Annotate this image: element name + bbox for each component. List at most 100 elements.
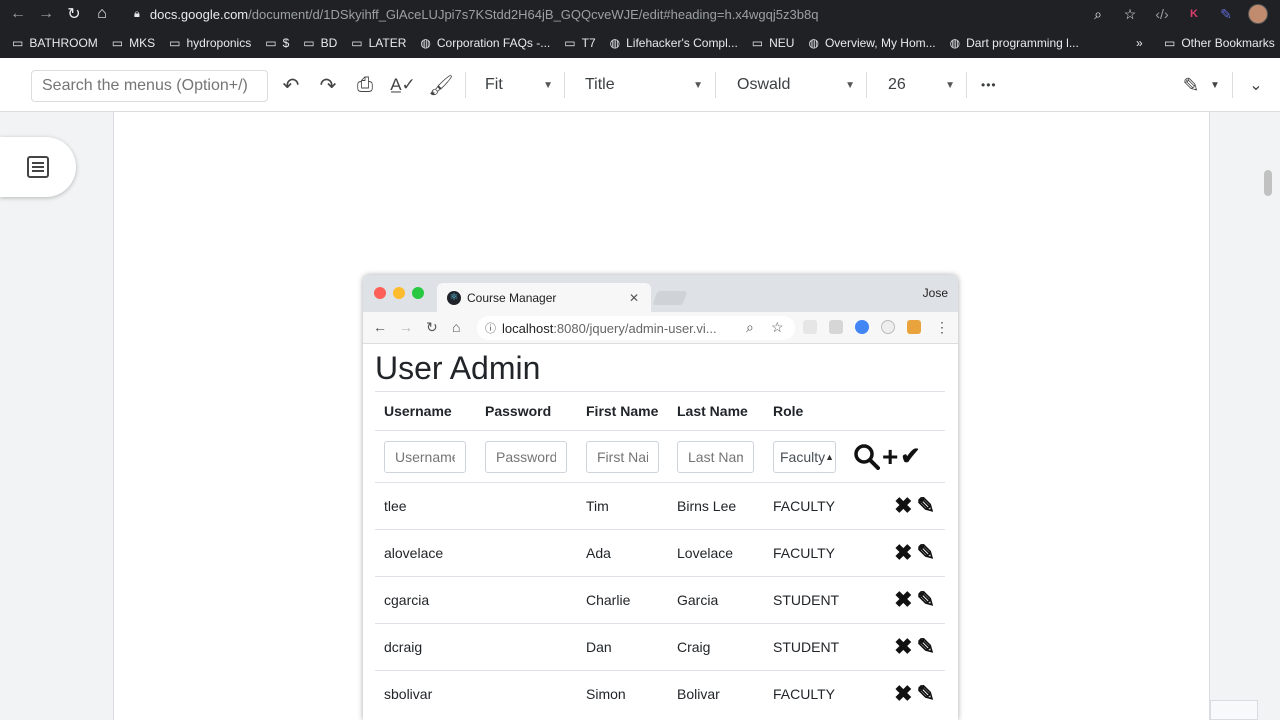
address-bar[interactable]: 🔒︎ docs.google.com /document/d/1DSkyihff… xyxy=(128,2,1118,26)
table-row: alovelace Ada Lovelace FACULTY ✖ ✎ xyxy=(375,529,945,577)
username-cell: sbolivar xyxy=(375,670,476,718)
extension-icon xyxy=(803,320,817,334)
table-row: tlee Tim Birns Lee FACULTY ✖ ✎ xyxy=(375,482,945,530)
zoom-icon: ⌕ xyxy=(746,319,754,335)
users-table: Username Password First Name Last Name R… xyxy=(375,391,945,718)
password-cell xyxy=(476,482,577,530)
caret-down-icon: ▼ xyxy=(845,79,855,91)
last-name-cell: Bolivar xyxy=(668,670,764,718)
docs-toolbar: ↶ ↷ ⎙ A̲✓ 🖌︎ Fit ▼ Title ▼ Oswald ▼ 26 ▼ •••… xyxy=(0,58,1280,112)
edit-mode-icon[interactable]: ✎ xyxy=(1178,73,1204,97)
role-select: Faculty▲▼ xyxy=(773,440,836,473)
collapse-toolbar-icon[interactable]: ⌄ xyxy=(1243,73,1269,97)
code-extension-icon[interactable]: ‹/› xyxy=(1146,0,1178,28)
delete-icon: ✖ xyxy=(894,587,913,612)
redo-icon[interactable]: ↷ xyxy=(315,73,341,97)
column-header: Username xyxy=(375,391,476,431)
bookmark-item[interactable]: ▭ T7 xyxy=(564,36,595,50)
font-size-dropdown[interactable]: 26 ▼ xyxy=(888,72,955,98)
home-icon[interactable]: ⌂ xyxy=(88,0,116,28)
profile-avatar[interactable] xyxy=(1248,4,1268,24)
embedded-address-bar: ← → ↻ ⌂ ⓘ localhost:8080/jquery/admin-us… xyxy=(363,312,958,344)
table-header-row: Username Password First Name Last Name R… xyxy=(375,391,945,431)
username-field xyxy=(384,440,466,473)
more-options-button[interactable]: ••• xyxy=(981,72,997,98)
folder-icon: ▭ xyxy=(169,36,181,50)
table-row: dcraig Dan Craig STUDENT ✖ ✎ xyxy=(375,623,945,671)
last-name-cell: Craig xyxy=(668,623,764,671)
bookmarks-bar: ▭ BATHROOM ▭ MKS ▭ hydroponics ▭ $ ▭ BD ▭ LATE… xyxy=(0,28,1280,58)
spellcheck-icon[interactable]: A̲✓ xyxy=(390,73,416,97)
role-cell: STUDENT xyxy=(764,623,845,671)
folder-icon: ▭ xyxy=(265,36,277,50)
last-name-field xyxy=(677,440,754,473)
bookmark-item[interactable]: ◍ Lifehacker's Compl... xyxy=(610,36,738,50)
forward-icon[interactable]: → xyxy=(32,0,60,28)
edit-icon: ✎ xyxy=(916,634,935,659)
style-dropdown[interactable]: Title ▼ xyxy=(585,72,703,98)
chrome-extension-icon xyxy=(855,320,869,334)
first-name-cell: Ada xyxy=(577,529,668,577)
document-outline-button[interactable] xyxy=(0,137,76,197)
print-icon[interactable]: ⎙ xyxy=(352,73,378,97)
bookmark-label: hydroponics xyxy=(186,36,252,50)
bookmark-item[interactable]: ▭ $ xyxy=(265,36,289,50)
table-row: sbolivar Simon Bolivar FACULTY ✖ ✎ xyxy=(375,670,945,718)
caret-down-icon[interactable]: ▼ xyxy=(1202,73,1228,97)
reload-icon[interactable]: ↻ xyxy=(60,0,88,28)
zoom-dropdown[interactable]: Fit ▼ xyxy=(485,72,553,98)
reload-icon: ↻ xyxy=(426,319,438,335)
bookmark-item[interactable]: ◍ Corporation FAQs -... xyxy=(420,36,550,50)
lock-icon: 🔒︎ xyxy=(134,7,140,20)
paint-format-icon[interactable]: 🖌︎ xyxy=(428,73,454,97)
pen-extension-icon[interactable]: ✎ xyxy=(1210,0,1242,28)
folder-icon: ▭ xyxy=(1164,36,1176,50)
star-icon[interactable]: ☆ xyxy=(1114,0,1146,28)
explore-button[interactable] xyxy=(1210,700,1258,720)
caret-down-icon: ▼ xyxy=(945,79,955,91)
browser-toolbar: ← → ↻ ⌂ 🔒︎ docs.google.com /document/d/1… xyxy=(0,0,1280,28)
password-cell xyxy=(476,623,577,671)
first-name-cell: Dan xyxy=(577,623,668,671)
add-icon: + xyxy=(882,440,899,472)
minimize-window-dot xyxy=(393,287,405,299)
close-window-dot xyxy=(374,287,386,299)
edit-icon: ✎ xyxy=(916,493,935,518)
other-bookmarks[interactable]: ▭ Other Bookmarks xyxy=(1164,28,1275,58)
other-bookmarks-label: Other Bookmarks xyxy=(1181,36,1275,50)
embedded-tab-title: Course Manager xyxy=(467,290,557,305)
bookmark-item[interactable]: ▭ BD xyxy=(303,36,337,50)
folder-icon: ▭ xyxy=(351,36,363,50)
folder-icon: ▭ xyxy=(111,36,124,50)
column-header: Role xyxy=(764,391,845,431)
column-header: First Name xyxy=(577,391,668,431)
scrollbar-thumb[interactable] xyxy=(1264,170,1272,196)
bookmark-item[interactable]: ▭ MKS xyxy=(112,36,155,50)
back-icon[interactable]: ← xyxy=(4,0,32,28)
password-cell xyxy=(476,670,577,718)
font-dropdown[interactable]: Oswald ▼ xyxy=(737,72,855,98)
bookmark-item[interactable]: ▭ BATHROOM xyxy=(12,36,98,50)
zoom-icon[interactable]: ⌕ xyxy=(1082,0,1114,28)
page-title: User Admin xyxy=(375,350,541,386)
password-cell xyxy=(476,529,577,577)
bookmark-item[interactable]: ▭ LATER xyxy=(351,36,406,50)
bookmark-item[interactable]: ◍ Overview, My Hom... xyxy=(808,36,935,50)
bookmark-item[interactable]: ▭ hydroponics xyxy=(169,36,251,50)
folder-icon: ▭ xyxy=(12,36,24,50)
menu-search-input[interactable] xyxy=(31,70,268,102)
extension-icon xyxy=(881,320,895,334)
column-header: Password xyxy=(476,391,577,431)
folder-icon: ▭ xyxy=(564,36,576,50)
undo-icon[interactable]: ↶ xyxy=(278,73,304,97)
star-icon: ☆ xyxy=(771,319,784,335)
bookmark-item[interactable]: ◍ Dart programming l... xyxy=(950,36,1079,50)
select-arrows-icon: ▲▼ xyxy=(825,451,835,462)
k-extension-icon[interactable]: K xyxy=(1178,0,1210,28)
bookmarks-overflow-button[interactable]: » xyxy=(1136,28,1143,58)
role-cell: FACULTY xyxy=(764,529,845,577)
role-cell: STUDENT xyxy=(764,576,845,624)
bookmark-item[interactable]: ▭ NEU xyxy=(752,36,795,50)
password-field xyxy=(485,440,567,473)
bookmark-label: Dart programming l... xyxy=(966,36,1079,50)
